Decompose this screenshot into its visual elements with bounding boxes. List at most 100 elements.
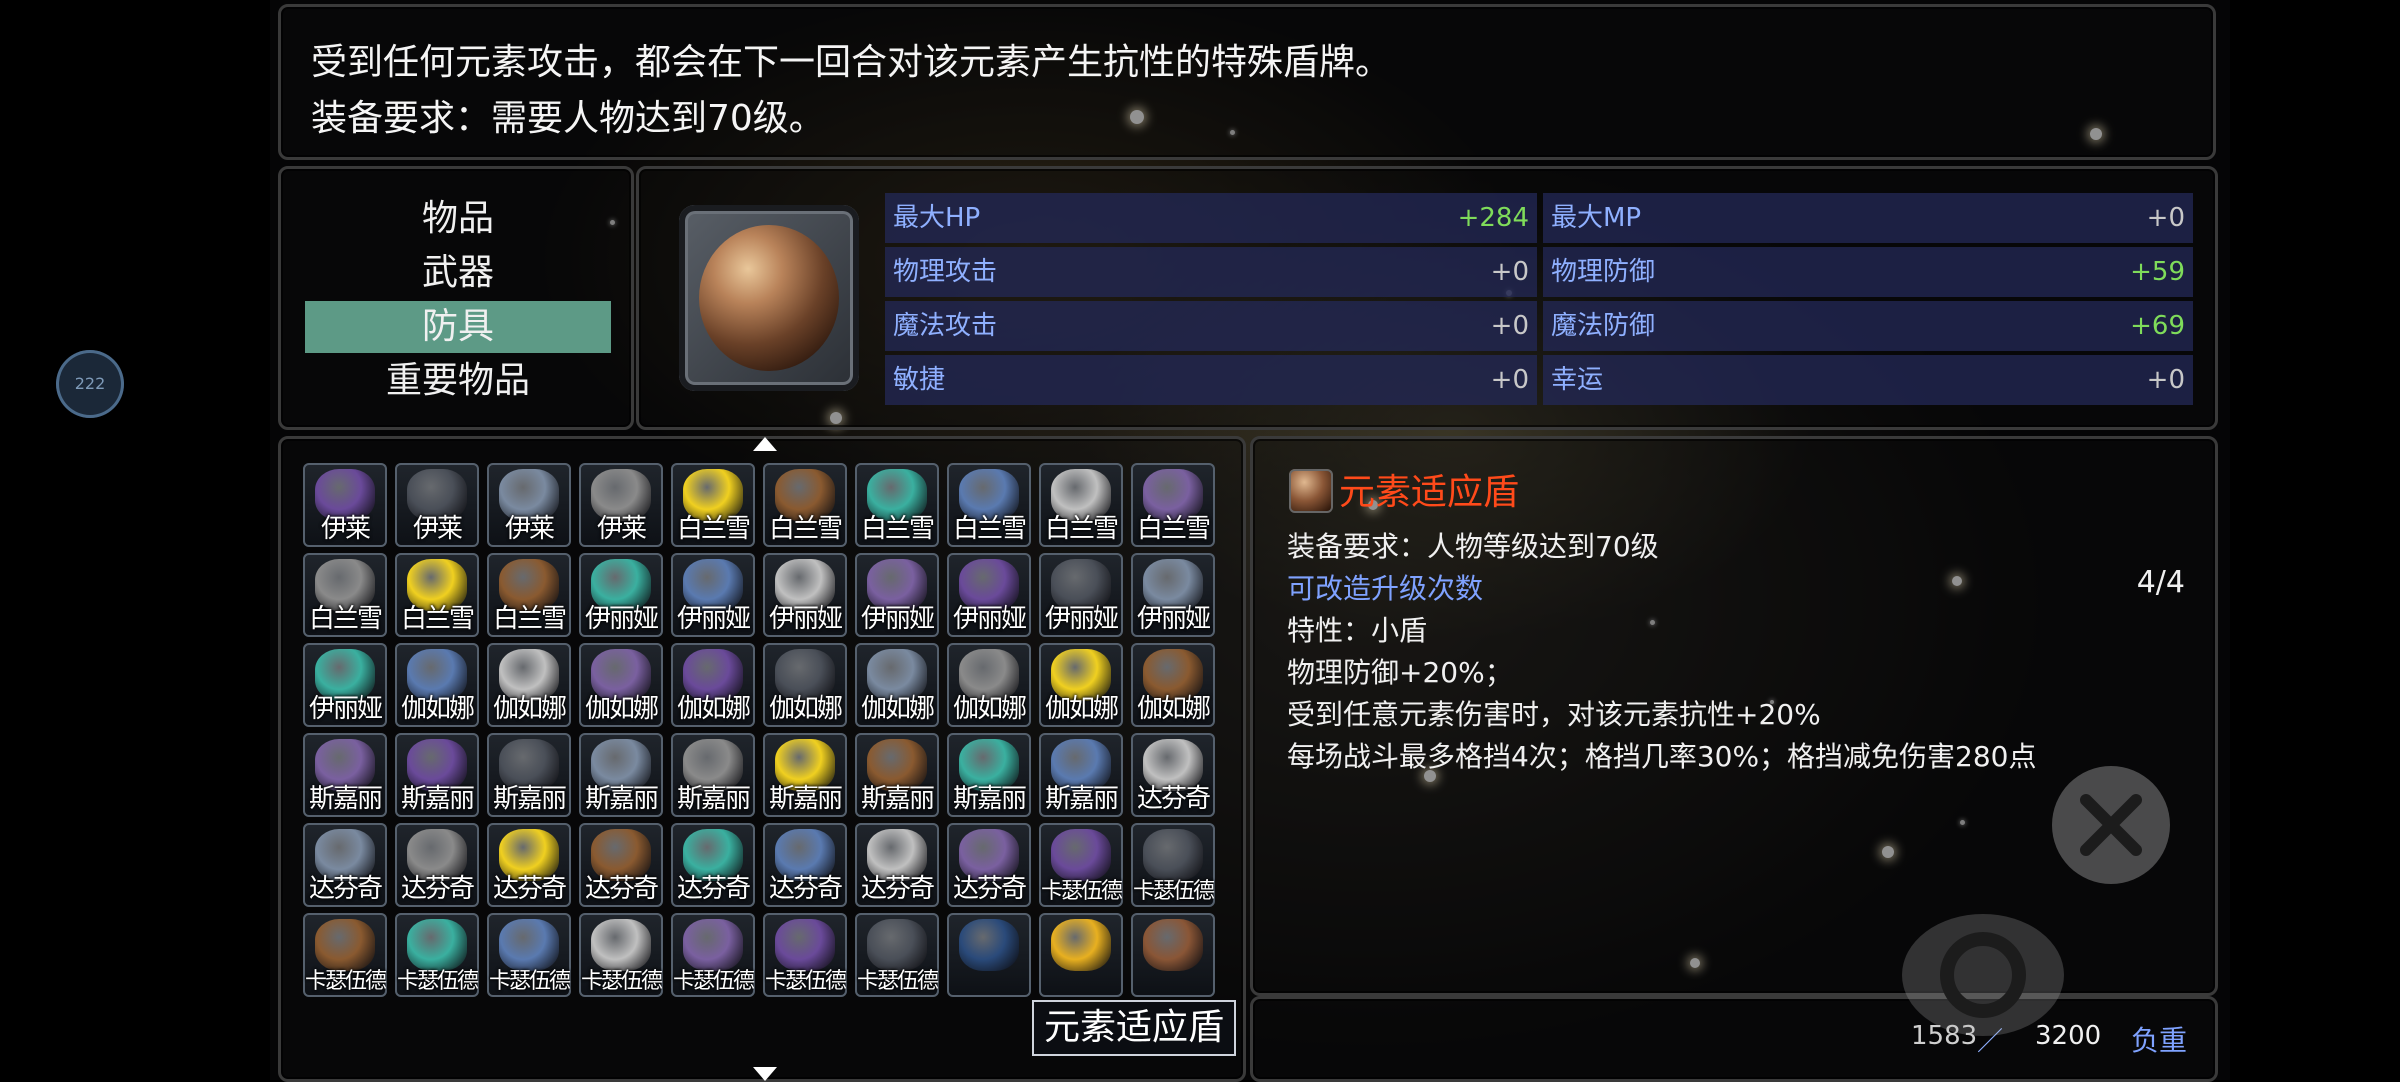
inventory-slot[interactable]: 伽如娜 <box>579 643 663 727</box>
inventory-slot[interactable]: 白兰雪 <box>671 463 755 547</box>
item-owner-label: 伽如娜 <box>400 694 475 724</box>
inventory-slot[interactable]: 达芬奇 <box>1131 733 1215 817</box>
stat-label: 幸运 <box>1551 365 1604 395</box>
inventory-slot[interactable]: 伊丽娅 <box>303 643 387 727</box>
item-owner-label: 卡瑟伍德 <box>304 969 387 994</box>
inventory-slot[interactable]: 达芬奇 <box>763 823 847 907</box>
inventory-slot[interactable]: 白兰雪 <box>855 463 939 547</box>
inventory-slot[interactable]: 伽如娜 <box>947 643 1031 727</box>
inventory-slot[interactable]: 斯嘉丽 <box>487 733 571 817</box>
inventory-slot[interactable] <box>947 913 1031 997</box>
item-icon <box>959 919 1019 971</box>
inventory-slot[interactable]: 伊莱 <box>487 463 571 547</box>
item-effect-2: 受到任意元素伤害时，对该元素抗性+20% <box>1287 698 1821 731</box>
inventory-slot[interactable]: 斯嘉丽 <box>1039 733 1123 817</box>
inventory-slot[interactable]: 白兰雪 <box>947 463 1031 547</box>
category-weapons[interactable]: 武器 <box>305 247 611 299</box>
inventory-slot[interactable]: 伊丽娅 <box>1039 553 1123 637</box>
inventory-slot[interactable] <box>1039 913 1123 997</box>
inventory-slot[interactable]: 伽如娜 <box>763 643 847 727</box>
inventory-slot[interactable]: 斯嘉丽 <box>303 733 387 817</box>
inventory-slot[interactable]: 卡瑟伍德 <box>303 913 387 997</box>
inventory-slot[interactable]: 卡瑟伍德 <box>1039 823 1123 907</box>
inventory-slot[interactable]: 卡瑟伍德 <box>671 913 755 997</box>
inventory-slot[interactable]: 白兰雪 <box>1039 463 1123 547</box>
inventory-slot[interactable]: 卡瑟伍德 <box>855 913 939 997</box>
inventory-slot[interactable]: 卡瑟伍德 <box>579 913 663 997</box>
inventory-slot[interactable]: 斯嘉丽 <box>855 733 939 817</box>
category-armor[interactable]: 防具 <box>305 301 611 353</box>
inventory-slot[interactable]: 卡瑟伍德 <box>1131 823 1215 907</box>
inventory-slot[interactable]: 伽如娜 <box>671 643 755 727</box>
scroll-down-arrow-icon[interactable] <box>753 1067 777 1081</box>
stat-row: 最大HP +284 <box>885 193 1537 243</box>
confirm-button[interactable] <box>1902 914 2064 1036</box>
inventory-slot[interactable]: 伽如娜 <box>487 643 571 727</box>
inventory-slot[interactable]: 伊莱 <box>395 463 479 547</box>
inventory-slot[interactable]: 伊丽娅 <box>1131 553 1215 637</box>
item-effect-1: 物理防御+20%； <box>1287 656 1513 689</box>
item-owner-label: 伽如娜 <box>952 694 1027 724</box>
inventory-slot[interactable]: 达芬奇 <box>947 823 1031 907</box>
player-badge[interactable]: 222 <box>56 350 124 418</box>
item-icon <box>1051 919 1111 971</box>
stat-value: +59 <box>2130 257 2185 287</box>
inventory-slot[interactable]: 白兰雪 <box>487 553 571 637</box>
item-icon <box>1289 469 1333 513</box>
stat-label: 物理攻击 <box>893 257 998 287</box>
inventory-slot[interactable]: 伊丽娅 <box>855 553 939 637</box>
inventory-slot[interactable]: 伊丽娅 <box>763 553 847 637</box>
category-key-items[interactable]: 重要物品 <box>305 355 611 407</box>
inventory-slot[interactable]: 达芬奇 <box>395 823 479 907</box>
inventory-slot[interactable]: 达芬奇 <box>579 823 663 907</box>
inventory-slot[interactable]: 伊丽娅 <box>947 553 1031 637</box>
item-owner-label: 伽如娜 <box>1136 694 1211 724</box>
inventory-slot[interactable]: 斯嘉丽 <box>579 733 663 817</box>
inventory-slot[interactable]: 达芬奇 <box>855 823 939 907</box>
inventory-slot[interactable]: 达芬奇 <box>487 823 571 907</box>
stat-label: 物理防御 <box>1551 257 1656 287</box>
inventory-slot[interactable]: 斯嘉丽 <box>395 733 479 817</box>
inventory-slot[interactable]: 斯嘉丽 <box>763 733 847 817</box>
scroll-up-arrow-icon[interactable] <box>753 437 777 451</box>
inventory-slot[interactable]: 伽如娜 <box>395 643 479 727</box>
item-detail-panel: 元素适应盾 装备要求：人物等级达到70级 可改造升级次数 4/4 特性：小盾 物… <box>1250 436 2218 996</box>
inventory-slot[interactable]: 达芬奇 <box>671 823 755 907</box>
item-owner-label: 斯嘉丽 <box>400 784 475 814</box>
item-owner-label: 斯嘉丽 <box>952 784 1027 814</box>
inventory-slot[interactable]: 卡瑟伍德 <box>763 913 847 997</box>
inventory-slot[interactable]: 卡瑟伍德 <box>395 913 479 997</box>
item-owner-label: 伊莱 <box>412 514 463 544</box>
inventory-slot[interactable]: 白兰雪 <box>395 553 479 637</box>
category-items[interactable]: 物品 <box>305 193 611 245</box>
inventory-slot[interactable]: 伊莱 <box>579 463 663 547</box>
inventory-slot[interactable]: 卡瑟伍德 <box>487 913 571 997</box>
inventory-slot[interactable]: 伊莱 <box>303 463 387 547</box>
inventory-slot[interactable]: 白兰雪 <box>1131 463 1215 547</box>
inventory-slot[interactable]: 白兰雪 <box>303 553 387 637</box>
close-button[interactable] <box>2052 766 2170 884</box>
inventory-slot[interactable]: 斯嘉丽 <box>947 733 1031 817</box>
item-name: 元素适应盾 <box>1339 472 1520 513</box>
item-owner-label: 伽如娜 <box>1044 694 1119 724</box>
orb-shield-icon <box>699 225 839 371</box>
item-owner-label: 白兰雪 <box>860 514 935 544</box>
weight-panel: 1583 ／ 3200 负重 <box>1250 996 2218 1082</box>
inventory-slot[interactable]: 伽如娜 <box>1039 643 1123 727</box>
stat-value: +69 <box>2130 311 2185 341</box>
inventory-slot[interactable]: 伊丽娅 <box>671 553 755 637</box>
upgrade-label: 可改造升级次数 <box>1287 572 1484 605</box>
item-owner-label: 伊丽娅 <box>860 604 935 634</box>
stat-label: 魔法防御 <box>1551 311 1656 341</box>
circle-icon <box>1940 932 2026 1018</box>
inventory-slot[interactable]: 伽如娜 <box>855 643 939 727</box>
inventory-slot[interactable]: 斯嘉丽 <box>671 733 755 817</box>
stat-row: 敏捷 +0 <box>885 355 1537 405</box>
inventory-slot[interactable]: 白兰雪 <box>763 463 847 547</box>
inventory-slot[interactable]: 伊丽娅 <box>579 553 663 637</box>
stat-label: 最大HP <box>893 203 981 233</box>
item-effect-3: 每场战斗最多格挡4次；格挡几率30%；格挡减免伤害280点 <box>1287 740 2037 773</box>
inventory-slot[interactable]: 达芬奇 <box>303 823 387 907</box>
inventory-slot[interactable]: 伽如娜 <box>1131 643 1215 727</box>
inventory-slot[interactable] <box>1131 913 1215 997</box>
